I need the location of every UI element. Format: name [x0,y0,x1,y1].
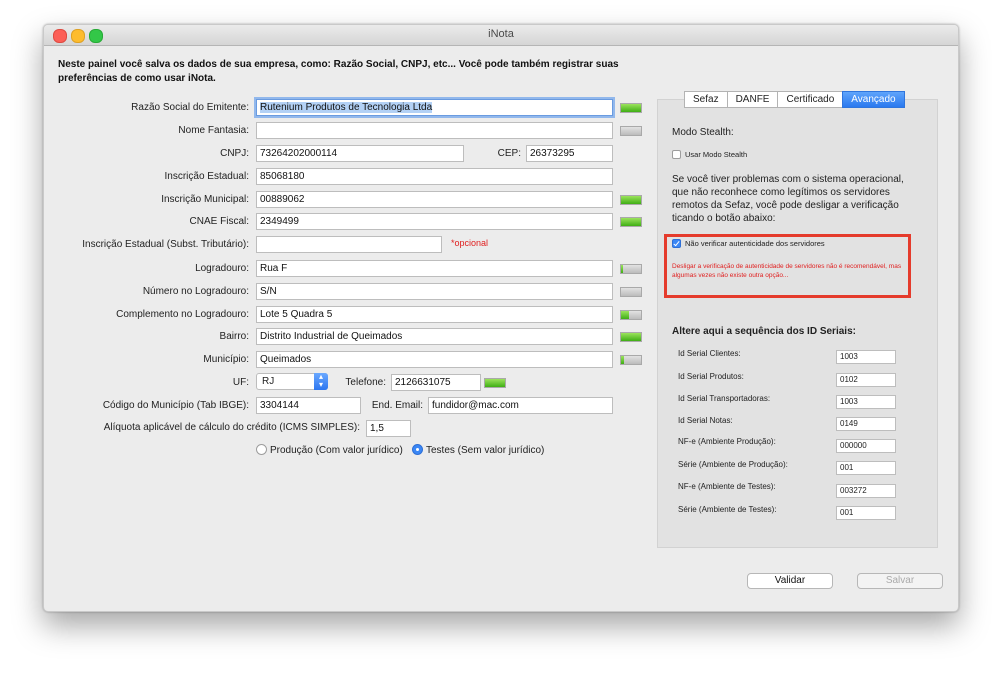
validar-button[interactable]: Validar [747,573,833,589]
codigo-municipio-label: Código do Município (Tab IBGE): [102,400,249,411]
window-title: iNota [488,28,514,40]
uf-selected-value: RJ [262,376,275,387]
cnae-label: CNAE Fiscal: [189,216,249,227]
verify-checkbox[interactable]: Não verificar autenticidade dos servidor… [672,239,825,248]
cep-label: CEP: [497,148,521,159]
razao-social-value: Rutenium Produtos de Tecnologia Ltda [260,102,433,113]
inscricao-municipal-field[interactable]: 00889062 [256,191,613,208]
logradouro-field[interactable]: Rua F [256,260,613,277]
id-field-nfe-producao[interactable]: 000000 [836,439,896,453]
logradouro-label: Logradouro: [195,263,249,274]
inscricao-municipal-meter [620,195,642,205]
numero-field[interactable]: S/N [256,283,613,300]
intro-text: Neste painel você salva os dados de sua … [58,59,619,84]
uf-label: UF: [232,377,249,388]
cnpj-label: CNPJ: [220,148,249,159]
preferences-window: iNota Neste painel você salva os dados d… [43,24,959,612]
aliquota-label: Alíquota aplicável de cálculo do crédito… [103,422,360,433]
municipio-field[interactable]: Queimados [256,351,613,368]
radio-producao[interactable]: Produção (Com valor jurídico) [256,444,403,456]
telefone-field[interactable]: 2126631075 [391,374,481,391]
logradouro-meter [620,264,642,274]
nome-fantasia-label: Nome Fantasia: [178,125,249,136]
id-label-serie-producao: Série (Ambiente de Produção): [678,460,788,469]
radio-testes[interactable]: Testes (Sem valor jurídico) [412,444,544,456]
radio-producao-label: Produção (Com valor jurídico) [270,445,403,456]
stealth-checkbox-label: Usar Modo Stealth [685,150,748,159]
inscricao-estadual-label: Inscrição Estadual: [164,171,250,182]
razao-social-meter [620,103,642,113]
id-field-clientes[interactable]: 1003 [836,350,896,364]
cnae-meter [620,217,642,227]
radio-testes-dot[interactable] [412,444,423,455]
id-label-clientes: Id Serial Clientes: [678,349,741,358]
verify-checkbox-label: Não verificar autenticidade dos servidor… [685,239,825,248]
bairro-meter [620,332,642,342]
stealth-checkbox-box[interactable] [672,150,681,159]
tab-danfe[interactable]: DANFE [726,91,778,108]
razao-social-label: Razão Social do Emitente: [131,102,249,113]
email-label: End. Email: [371,400,423,411]
updown-chevron-icon: ▴ ▾ [314,373,328,390]
bairro-field[interactable]: Distrito Industrial de Queimados [256,328,613,345]
tab-panel [657,99,938,548]
id-field-notas[interactable]: 0149 [836,417,896,431]
cnae-field[interactable]: 2349499 [256,213,613,230]
id-field-serie-producao[interactable]: 001 [836,461,896,475]
tab-bar: Sefaz DANFE Certificado Avançado [684,91,905,108]
inscricao-st-label: Inscrição Estadual (Subst. Tributário): [82,239,249,250]
municipio-label: Município: [203,354,249,365]
id-field-serie-testes[interactable]: 001 [836,506,896,520]
complemento-field[interactable]: Lote 5 Quadra 5 [256,306,613,323]
bairro-label: Bairro: [219,331,249,342]
id-field-produtos[interactable]: 0102 [836,373,896,387]
complemento-label: Complemento no Logradouro: [116,309,249,320]
id-label-produtos: Id Serial Produtos: [678,372,744,381]
stealth-checkbox[interactable]: Usar Modo Stealth [672,150,747,159]
salvar-button[interactable]: Salvar [857,573,943,589]
id-label-serie-testes: Série (Ambiente de Testes): [678,505,777,514]
stealth-title: Modo Stealth: [672,127,734,138]
verify-warning: Desligar a verificação de autenticidade … [672,263,902,279]
radio-testes-label: Testes (Sem valor jurídico) [426,445,545,456]
inscricao-estadual-field[interactable]: 85068180 [256,168,613,185]
tab-avancado[interactable]: Avançado [842,91,905,108]
nome-fantasia-meter [620,126,642,136]
tab-sefaz[interactable]: Sefaz [684,91,727,108]
email-field[interactable]: fundidor@mac.com [428,397,613,414]
numero-label: Número no Logradouro: [142,286,249,297]
numero-meter [620,287,642,297]
radio-producao-dot[interactable] [256,444,267,455]
telefone-meter [484,378,506,388]
title-bar: iNota [44,25,958,46]
id-label-nfe-testes: NF-e (Ambiente de Testes): [678,482,776,491]
inscricao-st-field[interactable] [256,236,442,253]
nome-fantasia-field[interactable] [256,122,613,139]
cnpj-field[interactable]: 73264202000114 [256,145,464,162]
id-label-transportadoras: Id Serial Transportadoras: [678,394,771,403]
verify-checkbox-box[interactable] [672,239,681,248]
ids-title: Altere aqui a sequência dos ID Seriais: [672,326,856,337]
optional-note: *opcional [451,238,489,248]
id-label-notas: Id Serial Notas: [678,416,733,425]
complemento-meter [620,310,642,320]
aliquota-field[interactable]: 1,5 [366,420,411,437]
razao-social-field[interactable]: Rutenium Produtos de Tecnologia Ltda [256,99,613,116]
inscricao-municipal-label: Inscrição Municipal: [161,194,249,205]
tab-certificado[interactable]: Certificado [777,91,843,108]
id-field-nfe-testes[interactable]: 003272 [836,484,896,498]
municipio-meter [620,355,642,365]
telefone-label: Telefone: [345,377,386,388]
id-field-transportadoras[interactable]: 1003 [836,395,896,409]
codigo-municipio-field[interactable]: 3304144 [256,397,361,414]
id-label-nfe-producao: NF-e (Ambiente Produção): [678,437,776,446]
uf-select[interactable]: RJ ▴ ▾ [256,373,328,390]
stealth-description: Se você tiver problemas com o sistema op… [672,174,904,224]
cep-field[interactable]: 26373295 [526,145,613,162]
